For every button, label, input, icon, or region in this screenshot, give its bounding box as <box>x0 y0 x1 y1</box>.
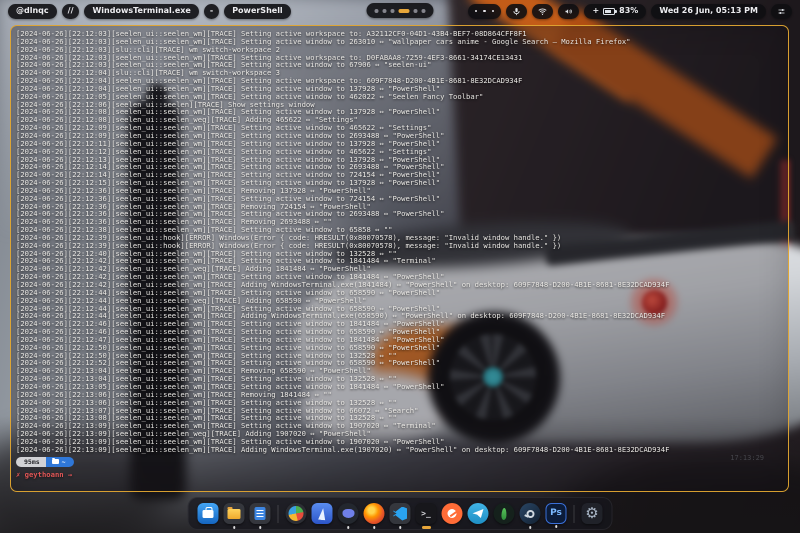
color-wheel-icon <box>289 506 304 521</box>
mongodb-icon <box>501 507 507 519</box>
dock-item-discord[interactable] <box>338 503 359 524</box>
running-indicator <box>399 526 402 529</box>
running-indicator <box>259 526 262 529</box>
telegram-icon <box>473 509 484 518</box>
battery-level: 83% <box>619 7 638 15</box>
separator-pill[interactable]: // <box>62 4 80 19</box>
workspace-dot[interactable] <box>391 9 395 13</box>
dash-pill[interactable]: - <box>204 4 219 19</box>
toolbar-right: + 83% Wed 26 Jun, 05:13 PM <box>468 4 792 19</box>
dock-item-vscode[interactable] <box>390 503 411 524</box>
dock-separator <box>278 505 279 523</box>
discord-icon <box>342 509 354 518</box>
steam-icon <box>526 510 534 518</box>
dock-item-notes[interactable] <box>250 503 271 524</box>
prompt-path: ~ <box>62 457 66 467</box>
tray-overflow-icon <box>475 10 478 13</box>
workspace-dot[interactable] <box>375 9 379 13</box>
workspace-dot[interactable] <box>422 9 426 13</box>
quick-settings-button[interactable] <box>771 4 792 19</box>
tray-overflow-button[interactable] <box>468 4 502 19</box>
postman-icon <box>448 509 457 518</box>
terminal-content: [2024-06-26][22:12:03][seelen_ui::seelen… <box>16 30 784 488</box>
clock-pill[interactable]: Wed 26 Jun, 05:13 PM <box>651 4 766 19</box>
dock-item-seelen-settings[interactable]: ⚙ <box>582 503 603 524</box>
notes-icon <box>255 507 266 520</box>
dock-item-sailboat[interactable] <box>312 503 333 524</box>
toolbar-left: @dlnqc // WindowsTerminal.exe - PowerShe… <box>8 4 291 19</box>
focused-window-pill[interactable]: PowerShell <box>224 4 291 19</box>
volume-icon <box>564 7 573 16</box>
fancy-toolbar: @dlnqc // WindowsTerminal.exe - PowerShe… <box>0 0 800 22</box>
photoshop-icon: Ps <box>550 509 562 518</box>
dock-separator <box>574 505 575 523</box>
quick-settings-icon <box>777 7 786 16</box>
seelen-settings-icon: ⚙ <box>585 506 598 521</box>
battery-button[interactable]: + 83% <box>584 4 646 19</box>
dock-item-firefox[interactable] <box>364 503 385 524</box>
dock: Ps ⚙ <box>188 497 613 530</box>
folder-icon <box>52 459 59 464</box>
running-indicator <box>373 526 376 529</box>
dock-item-photoshop[interactable]: Ps <box>546 503 567 524</box>
prompt-status: ✗ geythoann → <box>16 470 784 479</box>
running-indicator <box>555 525 558 528</box>
dock-item-microsoft-store[interactable] <box>198 503 219 524</box>
wifi-button[interactable] <box>532 4 553 19</box>
microphone-icon <box>512 7 521 16</box>
running-indicator <box>233 526 236 529</box>
log-line: [2024-06-26][22:13:09][seelen_ui::seelen… <box>16 446 784 454</box>
volume-button[interactable] <box>558 4 579 19</box>
prompt-clock: 17:13:29 <box>730 454 764 462</box>
workspace-dot[interactable] <box>383 9 387 13</box>
workspace-active[interactable] <box>399 9 410 13</box>
terminal-icon <box>421 510 431 518</box>
terminal-log: [2024-06-26][22:12:03][seelen_ui::seelen… <box>16 30 784 454</box>
file-explorer-icon <box>228 509 241 519</box>
workspace-switcher[interactable] <box>367 3 434 18</box>
running-indicator <box>347 526 350 529</box>
prompt-row: 95ms ~ <box>16 457 74 467</box>
focused-app-pill[interactable]: WindowsTerminal.exe <box>84 4 198 19</box>
dock-item-color-wheel[interactable] <box>286 503 307 524</box>
workspace-dot[interactable] <box>414 9 418 13</box>
dock-item-mongodb[interactable] <box>494 503 515 524</box>
dock-item-file-explorer[interactable] <box>224 503 245 524</box>
tray-overflow-icon <box>492 10 495 13</box>
prompt-path-segment: ~ <box>46 457 74 467</box>
battery-icon <box>603 8 615 15</box>
prompt-duration: 95ms <box>16 457 46 467</box>
vscode-icon <box>393 507 407 521</box>
user-pill[interactable]: @dlnqc <box>8 4 57 19</box>
wifi-icon <box>538 7 547 16</box>
microphone-button[interactable] <box>506 4 527 19</box>
dock-item-postman[interactable] <box>442 503 463 524</box>
running-indicator <box>422 526 431 529</box>
tray-overflow-icon <box>483 10 486 13</box>
dock-item-telegram[interactable] <box>468 503 489 524</box>
running-indicator <box>529 526 532 529</box>
charging-icon: + <box>592 7 599 15</box>
dock-item-steam[interactable] <box>520 503 541 524</box>
terminal-window[interactable]: [2024-06-26][22:12:03][seelen_ui::seelen… <box>10 25 789 492</box>
dock-item-terminal[interactable] <box>416 503 437 524</box>
sailboat-icon <box>316 507 328 520</box>
microsoft-store-icon <box>203 510 214 518</box>
